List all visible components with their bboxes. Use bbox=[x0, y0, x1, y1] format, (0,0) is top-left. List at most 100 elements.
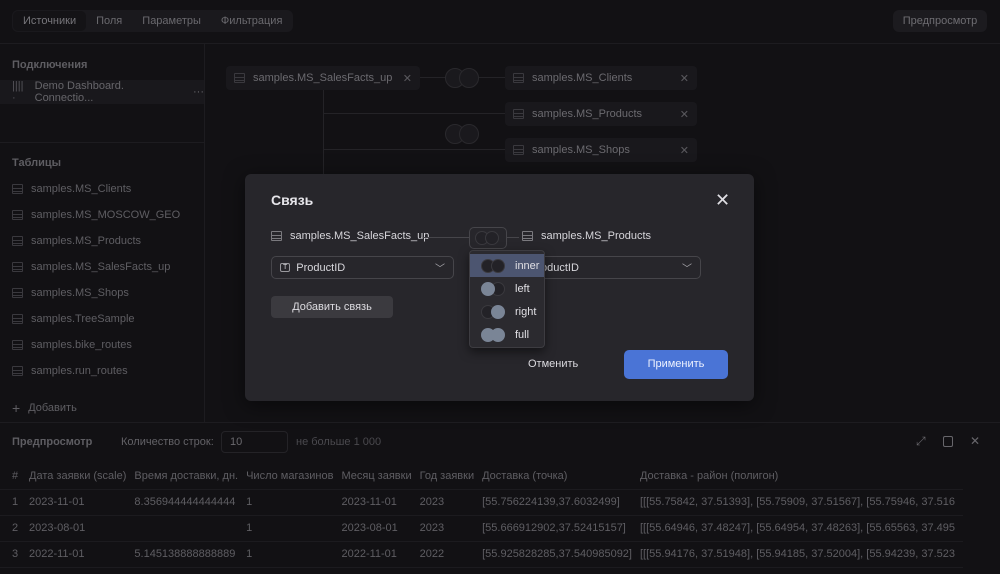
remove-icon[interactable]: ✕ bbox=[680, 72, 689, 85]
join-option-inner[interactable]: inner bbox=[470, 254, 544, 277]
rows-hint: не больше 1 000 bbox=[296, 436, 382, 448]
expand-icon[interactable]: ⤢ bbox=[916, 434, 926, 449]
right-field-select[interactable]: ProductID ﹀ bbox=[521, 256, 701, 279]
source-node[interactable]: samples.MS_Clients ✕ bbox=[505, 66, 697, 90]
tab-bar: Источники Поля Параметры Фильтрация bbox=[12, 10, 294, 32]
chevron-down-icon: ﹀ bbox=[682, 264, 692, 275]
table-cell bbox=[134, 515, 247, 542]
column-header[interactable]: Доставка - район (полигон) bbox=[639, 463, 963, 490]
table-row: 1 2023-11-01 8.356944444444444 1 2023-11-01 2… bbox=[0, 489, 963, 516]
source-node-main[interactable]: samples.MS_SalesFacts_up ✕ bbox=[226, 66, 420, 90]
more-icon[interactable]: ··· bbox=[193, 86, 204, 98]
table-cell: 2022-11-01 bbox=[29, 541, 135, 568]
venn-left-icon bbox=[481, 281, 507, 296]
tab-filtering[interactable]: Фильтрация bbox=[211, 11, 292, 31]
column-header[interactable]: Время доставки, дн. bbox=[134, 463, 247, 490]
table-icon bbox=[12, 210, 23, 220]
connection-item[interactable]: ||||· Demo Dashboard. Connectio... ··· bbox=[0, 80, 204, 104]
column-header[interactable]: Месяц заявки bbox=[341, 463, 420, 490]
table-cell: 1 bbox=[246, 541, 342, 568]
table-cell: 2023-11-01 bbox=[341, 489, 420, 516]
join-type-menu: inner left right full bbox=[469, 250, 545, 348]
remove-icon[interactable]: ✕ bbox=[680, 144, 689, 157]
tables-title: Таблицы bbox=[12, 157, 61, 169]
table-item[interactable]: samples.MS_SalesFacts_up bbox=[12, 261, 170, 273]
left-field-select[interactable]: T ProductID ﹀ bbox=[271, 256, 454, 279]
table-icon bbox=[12, 366, 23, 376]
cancel-button[interactable]: Отменить bbox=[528, 358, 578, 370]
venn-right-icon bbox=[481, 304, 507, 319]
table-item[interactable]: samples.MS_Products bbox=[12, 235, 141, 247]
add-link-button[interactable]: Добавить связь bbox=[271, 296, 393, 318]
left-source: samples.MS_SalesFacts_up bbox=[271, 230, 429, 242]
table-cell: [55.925828285,37.540985092] bbox=[482, 541, 640, 568]
table-icon bbox=[522, 231, 533, 241]
table-cell: 2023-08-01 bbox=[341, 515, 420, 542]
tab-sources[interactable]: Источники bbox=[13, 11, 87, 31]
table-cell: 2023-11-01 bbox=[29, 489, 135, 516]
join-icon[interactable] bbox=[445, 68, 479, 88]
venn-inner-icon bbox=[475, 231, 501, 245]
table-item[interactable]: samples.TreeSample bbox=[12, 313, 135, 325]
close-icon[interactable]: ✕ bbox=[970, 434, 980, 448]
remove-icon[interactable]: ✕ bbox=[680, 108, 689, 121]
split-view-icon[interactable] bbox=[943, 436, 953, 447]
join-type-button[interactable] bbox=[469, 227, 507, 249]
tab-parameters[interactable]: Параметры bbox=[132, 11, 211, 31]
close-icon[interactable]: ✕ bbox=[715, 190, 730, 211]
table-item[interactable]: samples.MS_Shops bbox=[12, 287, 129, 299]
column-header[interactable]: Число магазинов bbox=[246, 463, 342, 490]
preview-title: Предпросмотр bbox=[12, 436, 93, 448]
rows-count-input[interactable] bbox=[221, 431, 288, 453]
table-icon bbox=[12, 340, 23, 350]
table-cell: 2023 bbox=[419, 489, 483, 516]
source-node[interactable]: samples.MS_Products ✕ bbox=[505, 102, 697, 126]
table-cell: 1 bbox=[246, 515, 342, 542]
table-cell: [[[55.64946, 37.48247], [55.64954, 37.48… bbox=[639, 515, 963, 542]
preview-button[interactable]: Предпросмотр bbox=[893, 10, 987, 32]
tab-fields[interactable]: Поля bbox=[86, 11, 132, 31]
connection-icon: ||||· bbox=[12, 80, 24, 104]
link-line bbox=[507, 237, 519, 238]
dialog-title: Связь bbox=[271, 192, 314, 208]
column-header[interactable]: Дата заявки (scale) bbox=[29, 463, 135, 490]
text-type-icon: T bbox=[280, 263, 291, 272]
table-cell: [55.666912902,37.52415157] bbox=[482, 515, 640, 542]
join-option-right[interactable]: right bbox=[470, 300, 544, 323]
link-line bbox=[423, 237, 469, 238]
add-table-button[interactable]: + Добавить bbox=[12, 400, 77, 416]
table-cell: 2023-08-01 bbox=[29, 515, 135, 542]
table-icon bbox=[12, 262, 23, 272]
table-cell: [55.756224139,37.6032499] bbox=[482, 489, 640, 516]
join-option-full[interactable]: full bbox=[470, 323, 544, 346]
connection-label: Demo Dashboard. Connectio... bbox=[34, 80, 124, 104]
column-header[interactable]: Доставка (точка) bbox=[482, 463, 640, 490]
table-cell: 2 bbox=[0, 515, 29, 542]
preview-table: # Дата заявки (scale) Время доставки, дн. Ч… bbox=[0, 463, 963, 568]
join-option-left[interactable]: left bbox=[470, 277, 544, 300]
table-icon bbox=[513, 73, 524, 83]
table-icon bbox=[234, 73, 245, 83]
remove-icon[interactable]: ✕ bbox=[403, 72, 412, 85]
column-header[interactable]: Год заявки bbox=[419, 463, 483, 490]
right-source: samples.MS_Products bbox=[522, 230, 651, 242]
table-icon bbox=[513, 109, 524, 119]
connections-title: Подключения bbox=[12, 59, 88, 71]
table-row: 2 2023-08-01 1 2023-08-01 2023 [55.666912902,… bbox=[0, 515, 963, 542]
link-line bbox=[323, 90, 324, 174]
table-cell: [[[55.75842, 37.51393], [55.75909, 37.51… bbox=[639, 489, 963, 516]
table-cell: [[[55.94176, 37.51948], [55.94185, 37.52… bbox=[639, 541, 963, 568]
apply-button[interactable]: Применить bbox=[624, 350, 728, 379]
table-item[interactable]: samples.run_routes bbox=[12, 365, 128, 377]
join-icon[interactable] bbox=[445, 124, 479, 144]
table-cell: 1 bbox=[246, 489, 342, 516]
table-item[interactable]: samples.MS_Clients bbox=[12, 183, 131, 195]
source-node[interactable]: samples.MS_Shops ✕ bbox=[505, 138, 697, 162]
table-row: 3 2022-11-01 5.145138888888889 1 2022-11-01 2… bbox=[0, 541, 963, 568]
table-cell: 2023 bbox=[419, 515, 483, 542]
table-item[interactable]: samples.bike_routes bbox=[12, 339, 132, 351]
link-line bbox=[323, 149, 505, 150]
table-cell: 2022 bbox=[419, 541, 483, 568]
column-header[interactable]: # bbox=[0, 463, 29, 490]
table-item[interactable]: samples.MS_MOSCOW_GEO bbox=[12, 209, 180, 221]
